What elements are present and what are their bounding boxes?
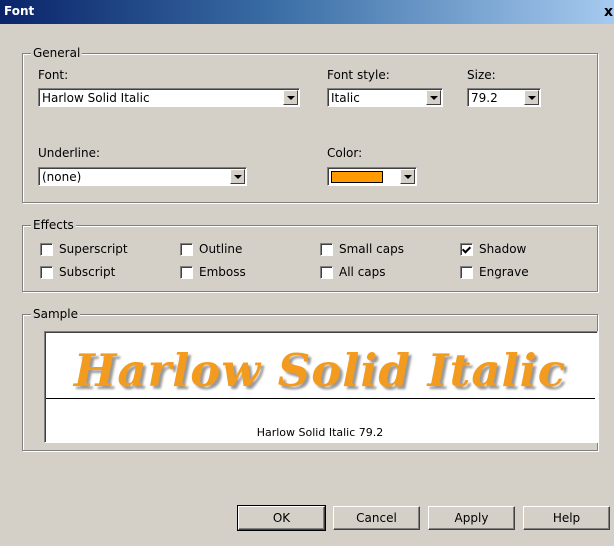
underline-label: Underline: — [38, 146, 101, 160]
size-label: Size: — [467, 68, 496, 82]
small-caps-checkbox[interactable] — [320, 243, 333, 256]
font-style-chevron-down-icon[interactable] — [426, 90, 441, 105]
size-chevron-down-icon[interactable] — [524, 90, 539, 105]
sample-preview-text: Harlow Solid Italic — [73, 344, 567, 397]
effects-group: Effects — [22, 218, 598, 292]
engrave-label[interactable]: Engrave — [479, 265, 529, 279]
superscript-label[interactable]: Superscript — [59, 242, 128, 256]
size-select-value: 79.2 — [471, 91, 498, 105]
ok-button[interactable]: OK — [237, 505, 326, 531]
help-button[interactable]: Help — [523, 506, 610, 530]
font-style-label: Font style: — [327, 68, 390, 82]
all-caps-label[interactable]: All caps — [339, 265, 386, 279]
small-caps-label[interactable]: Small caps — [339, 242, 404, 256]
close-icon[interactable]: x — [604, 3, 614, 21]
shadow-label[interactable]: Shadow — [479, 242, 526, 256]
all-caps-checkbox[interactable] — [320, 266, 333, 279]
shadow-checkbox[interactable] — [460, 243, 473, 256]
font-style-select-value: Italic — [331, 91, 360, 105]
underline-select[interactable]: (none) — [38, 167, 247, 186]
font-label: Font: — [38, 68, 69, 82]
color-label: Color: — [327, 146, 363, 160]
color-swatch — [331, 171, 383, 183]
font-style-select[interactable]: Italic — [327, 88, 443, 107]
emboss-label[interactable]: Emboss — [199, 265, 246, 279]
effects-legend: Effects — [31, 218, 76, 232]
emboss-checkbox[interactable] — [180, 266, 193, 279]
sample-preview: Harlow Solid Italic Harlow Solid Italic … — [44, 331, 598, 443]
font-select[interactable]: Harlow Solid Italic — [38, 88, 300, 107]
color-picker[interactable] — [327, 167, 417, 186]
font-select-chevron-down-icon[interactable] — [283, 90, 298, 105]
title-bar[interactable]: Font x — [0, 0, 614, 24]
color-chevron-down-icon[interactable] — [400, 169, 415, 184]
size-select[interactable]: 79.2 — [467, 88, 541, 107]
superscript-checkbox[interactable] — [40, 243, 53, 256]
engrave-checkbox[interactable] — [460, 266, 473, 279]
font-select-value: Harlow Solid Italic — [42, 91, 150, 105]
outline-checkbox[interactable] — [180, 243, 193, 256]
sample-caption: Harlow Solid Italic 79.2 — [256, 426, 384, 439]
underline-chevron-down-icon[interactable] — [230, 169, 245, 184]
window-title: Font — [4, 4, 35, 18]
outline-label[interactable]: Outline — [199, 242, 242, 256]
underline-select-value: (none) — [42, 170, 82, 184]
general-legend: General — [31, 46, 83, 60]
subscript-checkbox[interactable] — [40, 266, 53, 279]
cancel-button[interactable]: Cancel — [333, 506, 420, 530]
apply-button[interactable]: Apply — [428, 506, 515, 530]
sample-baseline — [46, 398, 595, 399]
subscript-label[interactable]: Subscript — [59, 265, 115, 279]
sample-legend: Sample — [31, 307, 80, 321]
